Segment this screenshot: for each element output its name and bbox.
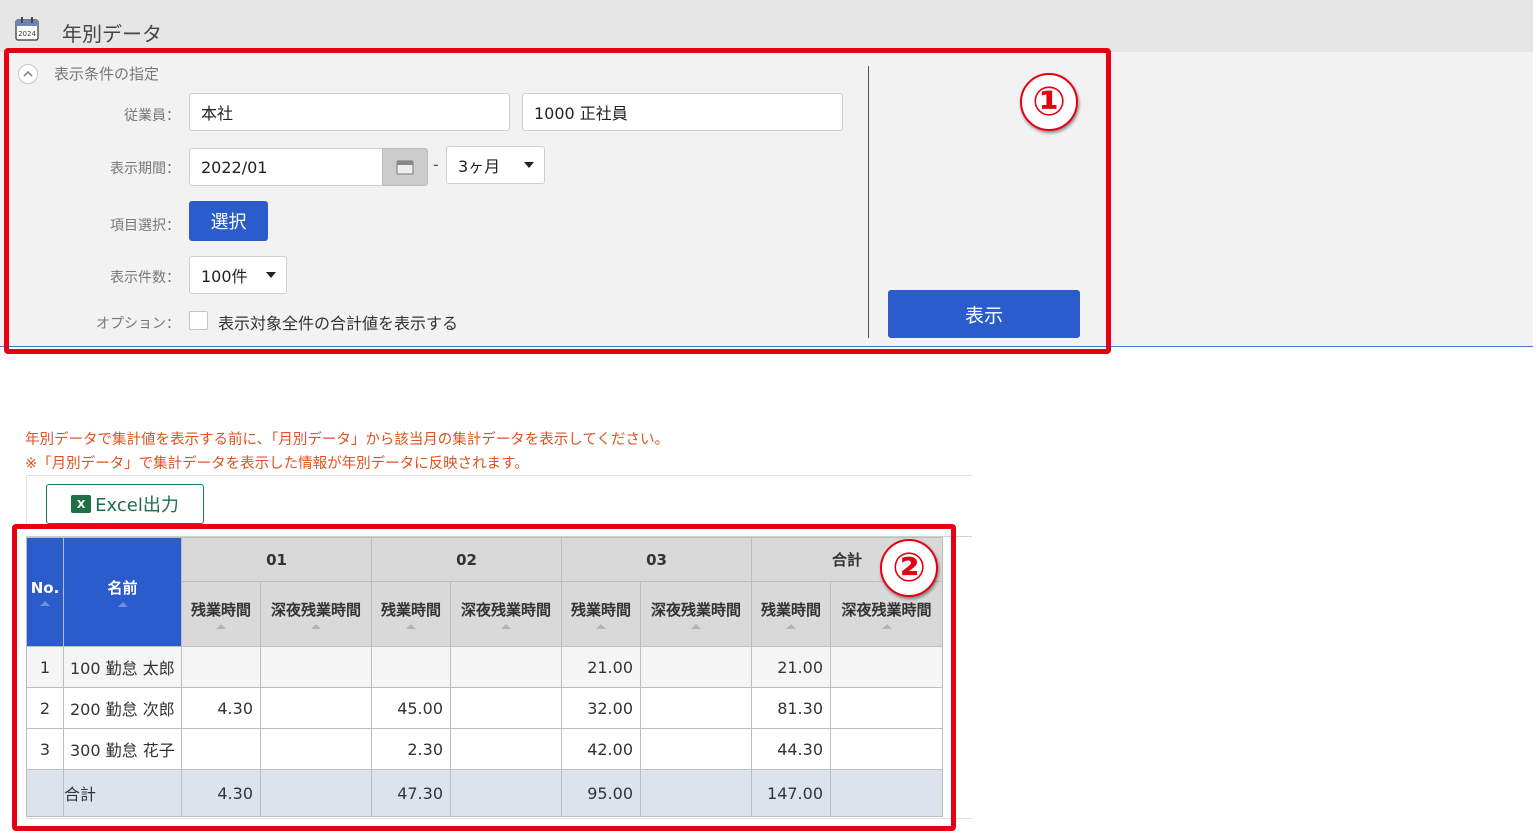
excel-export-label: Excel出力 [95, 495, 179, 516]
annotation-box-2 [12, 524, 956, 831]
calendar-icon: 2024 [14, 16, 40, 42]
annotation-box-1 [4, 48, 1111, 354]
notice-line-2: ※「月別データ」で集計データを表示した情報が年別データに反映されます。 [25, 456, 529, 472]
excel-export-button[interactable]: X Excel出力 [46, 484, 204, 524]
annotation-circle-1: ① [1020, 73, 1078, 131]
annotation-circle-2: ② [880, 539, 938, 597]
toolbar-divider [26, 475, 972, 476]
notice-line-1: 年別データで集計値を表示する前に、「月別データ」から該当月の集計データを表示して… [25, 432, 669, 448]
svg-text:2024: 2024 [18, 30, 36, 38]
page-header [0, 0, 1533, 52]
toolbar-divider [26, 475, 27, 525]
excel-icon: X [71, 495, 92, 513]
page-title: 年別データ [62, 22, 162, 46]
